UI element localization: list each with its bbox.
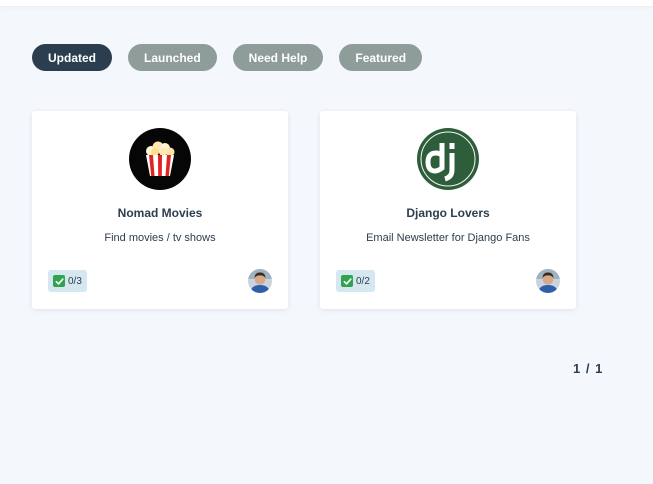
- popcorn-icon: [129, 128, 191, 190]
- filter-updated-button[interactable]: Updated: [32, 44, 112, 71]
- task-progress-badge: 0/2: [336, 270, 375, 292]
- project-card-django-lovers[interactable]: Django Lovers Email Newsletter for Djang…: [320, 111, 576, 309]
- avatar[interactable]: [248, 269, 272, 293]
- project-description: Find movies / tv shows: [104, 232, 216, 244]
- filter-launched-button[interactable]: Launched: [128, 44, 217, 71]
- task-count: 0/2: [356, 275, 370, 287]
- top-bar: [0, 0, 653, 6]
- pagination-indicator: 1 / 1: [573, 361, 604, 376]
- filter-featured-button[interactable]: Featured: [339, 44, 423, 71]
- filter-bar: Updated Launched Need Help Featured: [32, 44, 423, 71]
- task-count: 0/3: [68, 275, 82, 287]
- project-description: Email Newsletter for Django Fans: [366, 232, 530, 244]
- avatar[interactable]: [536, 269, 560, 293]
- filter-need-help-button[interactable]: Need Help: [232, 44, 324, 71]
- project-title: Django Lovers: [406, 206, 490, 220]
- project-card-nomad-movies[interactable]: Nomad Movies Find movies / tv shows 0/3: [32, 111, 288, 309]
- project-list: Nomad Movies Find movies / tv shows 0/3: [32, 111, 576, 309]
- django-logo: [417, 128, 479, 190]
- project-title: Nomad Movies: [117, 206, 203, 220]
- checkmark-icon: [341, 275, 353, 287]
- checkmark-icon: [53, 275, 65, 287]
- task-progress-badge: 0/3: [48, 270, 87, 292]
